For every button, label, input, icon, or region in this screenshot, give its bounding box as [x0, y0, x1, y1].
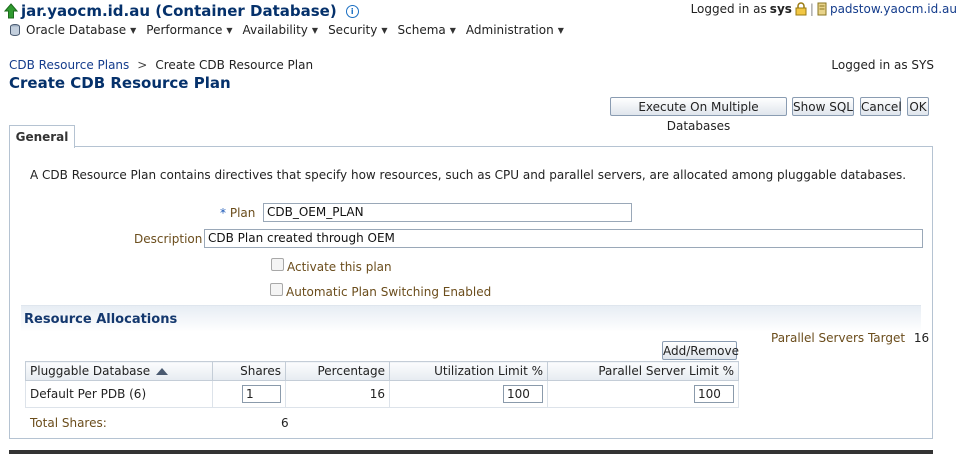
header-title-row: jar.yaocm.id.au (Container Database) i [4, 1, 359, 21]
database-icon [10, 24, 20, 36]
cancel-button[interactable]: Cancel [860, 97, 902, 116]
add-remove-button[interactable]: Add/Remove [662, 341, 739, 360]
column-header-percentage: Percentage [285, 361, 390, 381]
total-shares-value: 6 [281, 416, 289, 430]
lock-icon [795, 2, 807, 16]
parallel-servers-target-value: 16 [913, 331, 930, 345]
column-header-shares: Shares [212, 361, 286, 381]
activate-plan-label: Activate this plan [287, 260, 392, 274]
logged-in-as-sys: Logged in as SYS [831, 58, 934, 72]
menu-label: Performance [146, 23, 223, 37]
column-header-pluggable-database[interactable]: Pluggable Database [25, 361, 213, 381]
table-row: Default Per PDB (6) 1 16 100 100 [25, 380, 739, 408]
breadcrumb-separator: > [137, 58, 148, 72]
auto-plan-switching-checkbox[interactable] [270, 283, 283, 296]
column-header-utilization-limit: Utilization Limit % [389, 361, 548, 381]
database-title: jar.yaocm.id.au (Container Database) [21, 2, 337, 20]
menu-security[interactable]: Security ▼ [328, 23, 387, 37]
menu-label: Security [328, 23, 378, 37]
main-menu: Oracle Database ▼ Performance ▼ Availabili… [10, 22, 574, 38]
plan-input[interactable]: CDB_OEM_PLAN [263, 203, 632, 222]
plan-description-text: A CDB Resource Plan contains directives … [30, 168, 907, 182]
column-header-parallel-server-limit: Parallel Server Limit % [547, 361, 739, 381]
description-input[interactable]: CDB Plan created through OEM [204, 229, 923, 248]
breadcrumb: CDB Resource Plans > Create CDB Resource P… [9, 58, 313, 72]
up-arrow-icon[interactable] [4, 3, 18, 19]
column-label: Pluggable Database [30, 364, 151, 378]
parallel-server-limit-cell: 100 [547, 380, 739, 408]
utilization-limit-input[interactable]: 100 [503, 385, 543, 403]
info-icon[interactable]: i [345, 4, 359, 18]
menu-schema[interactable]: Schema ▼ [398, 23, 456, 37]
resource-allocations-title: Resource Allocations [24, 312, 178, 327]
breadcrumb-current: Create CDB Resource Plan [155, 58, 314, 72]
activate-plan-checkbox[interactable] [271, 258, 284, 271]
total-shares-label: Total Shares: [30, 416, 107, 430]
chevron-down-icon: ▼ [449, 25, 456, 35]
show-sql-button[interactable]: Show SQL [792, 97, 854, 116]
menu-label: Oracle Database [26, 23, 127, 37]
menu-availability[interactable]: Availability ▼ [242, 23, 318, 37]
chevron-down-icon: ▼ [130, 25, 137, 35]
tab-general[interactable]: General [9, 125, 75, 148]
description-label: Description [134, 232, 203, 246]
menu-administration[interactable]: Administration ▼ [466, 23, 564, 37]
breadcrumb-cdb-resource-plans[interactable]: CDB Resource Plans [9, 58, 129, 72]
plan-label-group: * Plan [220, 206, 255, 220]
chevron-down-icon: ▼ [557, 25, 564, 35]
page-title: Create CDB Resource Plan [9, 74, 231, 92]
chevron-down-icon: ▼ [381, 25, 388, 35]
menu-label: Schema [397, 23, 446, 37]
utilization-limit-cell: 100 [389, 380, 548, 408]
sort-ascending-icon [156, 368, 169, 375]
auto-plan-switching-label: Automatic Plan Switching Enabled [286, 285, 492, 299]
plan-label: Plan [229, 206, 256, 220]
shares-cell: 1 [212, 380, 286, 408]
parallel-server-limit-input[interactable]: 100 [694, 385, 734, 403]
menu-label: Availability [242, 23, 308, 37]
resource-allocations-table: Pluggable Database Shares Percentage Uti… [25, 361, 739, 408]
menu-oracle-database[interactable]: Oracle Database ▼ [10, 23, 136, 37]
chevron-down-icon: ▼ [226, 25, 233, 35]
host-icon [817, 2, 827, 16]
menu-label: Administration [465, 23, 554, 37]
shares-input[interactable]: 1 [242, 385, 281, 403]
menu-performance[interactable]: Performance ▼ [146, 23, 232, 37]
chevron-down-icon: ▼ [311, 25, 319, 35]
host-link[interactable]: padstow.yaocm.id.au [830, 2, 957, 16]
pdb-cell: Default Per PDB (6) [25, 380, 213, 408]
parallel-servers-target-label: Parallel Servers Target [771, 331, 906, 345]
required-marker: * [220, 206, 226, 220]
logged-in-user: sys [769, 2, 792, 16]
ok-button[interactable]: OK [907, 97, 929, 116]
parallel-servers-target: Parallel Servers Target 16 [771, 331, 929, 345]
execute-on-multiple-databases-button[interactable]: Execute On Multiple Databases [610, 97, 787, 133]
footer-divider [9, 450, 933, 454]
percentage-cell: 16 [285, 380, 390, 408]
logged-in-prefix: Logged in as [690, 2, 767, 16]
header-login: Logged in as sys | padstow.yaocm.id.au [690, 2, 957, 16]
